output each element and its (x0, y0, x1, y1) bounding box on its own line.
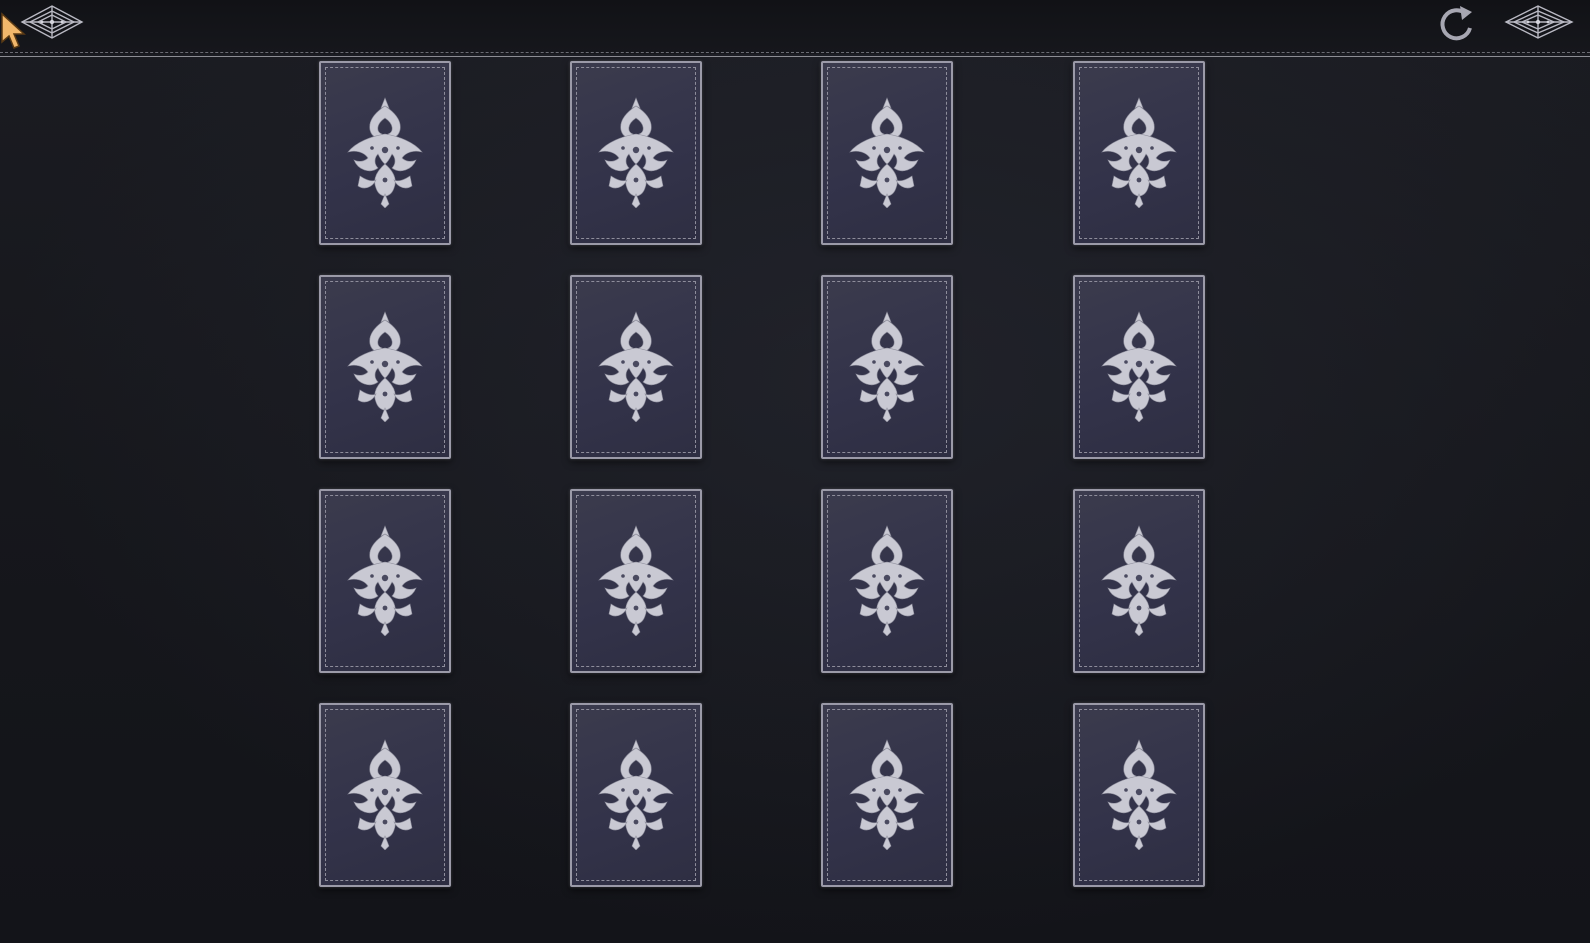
card-dashed-border (827, 281, 947, 453)
card-2[interactable] (570, 61, 702, 245)
card-dashed-border (576, 281, 696, 453)
damask-ornament-icon (1101, 525, 1177, 636)
card-12[interactable] (1073, 489, 1205, 673)
card-dashed-border (576, 709, 696, 881)
card-dashed-border (827, 67, 947, 239)
card-dashed-border (576, 495, 696, 667)
card-dashed-border (1079, 67, 1199, 239)
damask-ornament-icon (849, 97, 925, 208)
card-8[interactable] (1073, 275, 1205, 459)
card-dashed-border (576, 67, 696, 239)
damask-ornament-icon (1101, 739, 1177, 850)
card-dashed-border (325, 67, 445, 239)
card-9[interactable] (319, 489, 451, 673)
card-dashed-border (827, 709, 947, 881)
card-10[interactable] (570, 489, 702, 673)
damask-ornament-icon (598, 311, 674, 422)
card-11[interactable] (821, 489, 953, 673)
damask-ornament-icon (849, 525, 925, 636)
card-1[interactable] (319, 61, 451, 245)
card-dashed-border (1079, 495, 1199, 667)
damask-ornament-icon (598, 97, 674, 208)
damask-ornament-icon (849, 739, 925, 850)
card-13[interactable] (319, 703, 451, 887)
card-4[interactable] (1073, 61, 1205, 245)
damask-ornament-icon (347, 97, 423, 208)
damask-ornament-icon (347, 311, 423, 422)
damask-ornament-icon (347, 525, 423, 636)
card-14[interactable] (570, 703, 702, 887)
damask-ornament-icon (849, 311, 925, 422)
card-dashed-border (325, 495, 445, 667)
card-15[interactable] (821, 703, 953, 887)
damask-ornament-icon (598, 525, 674, 636)
card-16[interactable] (1073, 703, 1205, 887)
card-dashed-border (827, 495, 947, 667)
damask-ornament-icon (1101, 97, 1177, 208)
card-dashed-border (1079, 709, 1199, 881)
damask-ornament-icon (347, 739, 423, 850)
card-6[interactable] (570, 275, 702, 459)
card-7[interactable] (821, 275, 953, 459)
card-3[interactable] (821, 61, 953, 245)
card-dashed-border (325, 281, 445, 453)
card-grid (0, 0, 1590, 943)
card-dashed-border (1079, 281, 1199, 453)
damask-ornament-icon (1101, 311, 1177, 422)
card-5[interactable] (319, 275, 451, 459)
game-board (0, 0, 1590, 943)
card-dashed-border (325, 709, 445, 881)
damask-ornament-icon (598, 739, 674, 850)
